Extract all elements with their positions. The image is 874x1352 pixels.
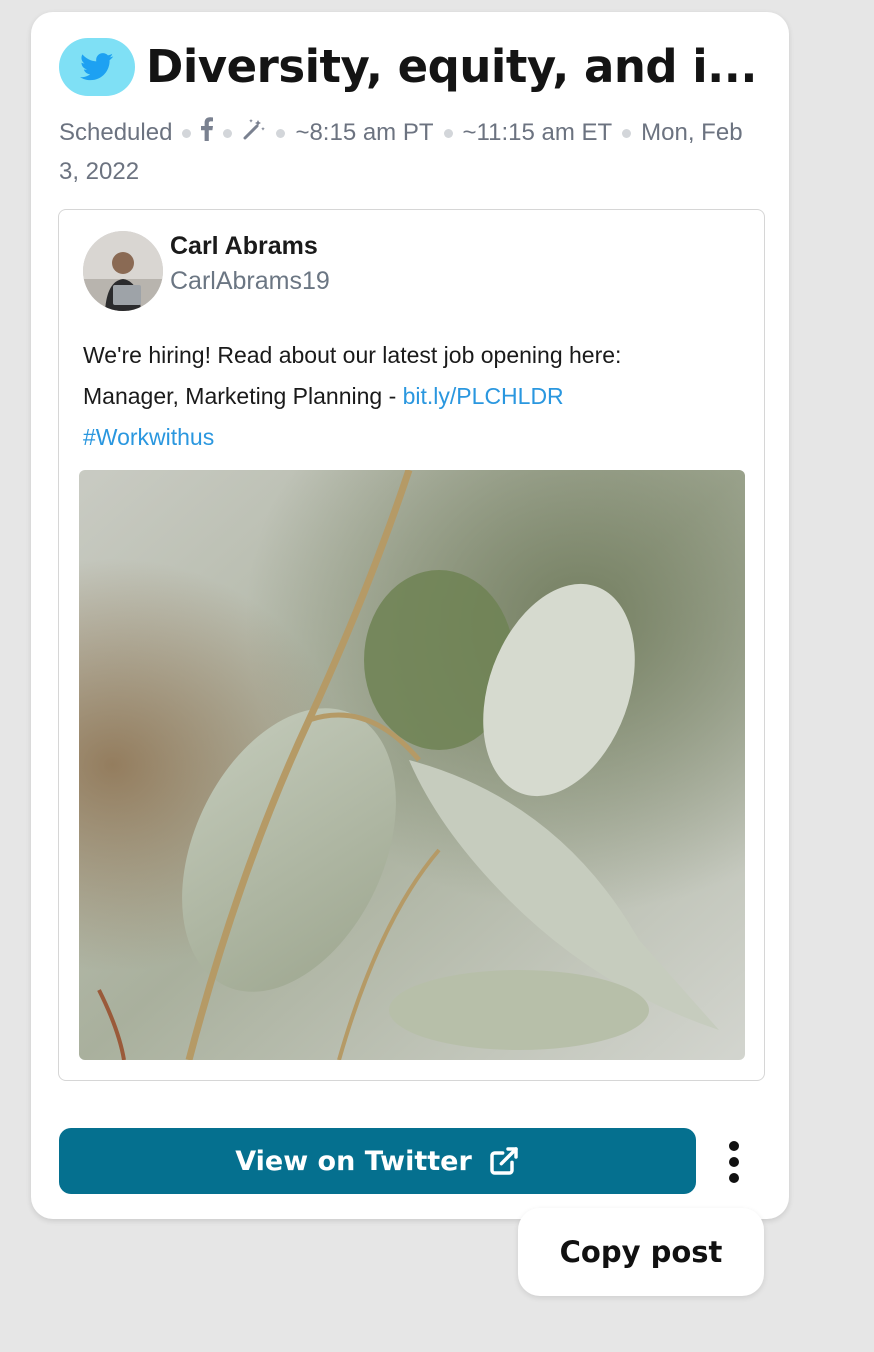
- more-vertical-icon-dot: [729, 1141, 739, 1151]
- author-name: Carl Abrams: [170, 232, 318, 260]
- post-body-line: We're hiring! Read about our latest job …: [83, 342, 622, 368]
- tweet-preview: Carl Abrams CarlAbrams19 We're hiring! R…: [58, 209, 765, 1081]
- more-options-button[interactable]: [718, 1136, 750, 1188]
- separator-dot: [276, 129, 286, 139]
- twitter-badge: [59, 38, 135, 96]
- time-et: ~11:15 am ET: [462, 119, 613, 146]
- view-on-twitter-label: View on Twitter: [235, 1145, 472, 1177]
- author-handle: CarlAbrams19: [170, 267, 330, 295]
- background-strip: [0, 0, 874, 12]
- post-title-row: Diversity, equity, and i...: [59, 38, 771, 96]
- post-card: Diversity, equity, and i... Scheduled ~8:…: [31, 12, 789, 1219]
- twitter-bird-icon: [80, 53, 114, 81]
- magic-wand-icon: [242, 115, 266, 153]
- separator-dot: [182, 129, 192, 139]
- more-vertical-icon-dot: [729, 1157, 739, 1167]
- separator-dot: [443, 129, 453, 139]
- separator-dot: [622, 129, 632, 139]
- post-hashtag[interactable]: #Workwithus: [83, 424, 214, 450]
- avatar: [83, 231, 163, 311]
- copy-post-menu-item[interactable]: Copy post: [518, 1208, 764, 1296]
- post-link[interactable]: bit.ly/PLCHLDR: [403, 383, 564, 409]
- post-title: Diversity, equity, and i...: [146, 40, 757, 93]
- separator-dot: [223, 129, 233, 139]
- view-on-twitter-button[interactable]: View on Twitter: [59, 1128, 696, 1194]
- post-body: We're hiring! Read about our latest job …: [83, 335, 743, 458]
- more-vertical-icon-dot: [729, 1173, 739, 1183]
- status-label: Scheduled: [59, 119, 173, 146]
- facebook-icon: [201, 115, 214, 153]
- external-link-icon: [488, 1145, 520, 1177]
- post-body-text: Manager, Marketing Planning -: [83, 383, 403, 409]
- time-pt: ~8:15 am PT: [295, 119, 434, 146]
- post-meta: Scheduled ~8:15 am PT ~11:15 am ET Mon, Feb…: [59, 114, 749, 191]
- post-body-line: Manager, Marketing Planning - bit.ly/PLC…: [83, 376, 743, 417]
- post-hashtag-line: #Workwithus: [83, 417, 743, 458]
- post-image: [79, 470, 745, 1060]
